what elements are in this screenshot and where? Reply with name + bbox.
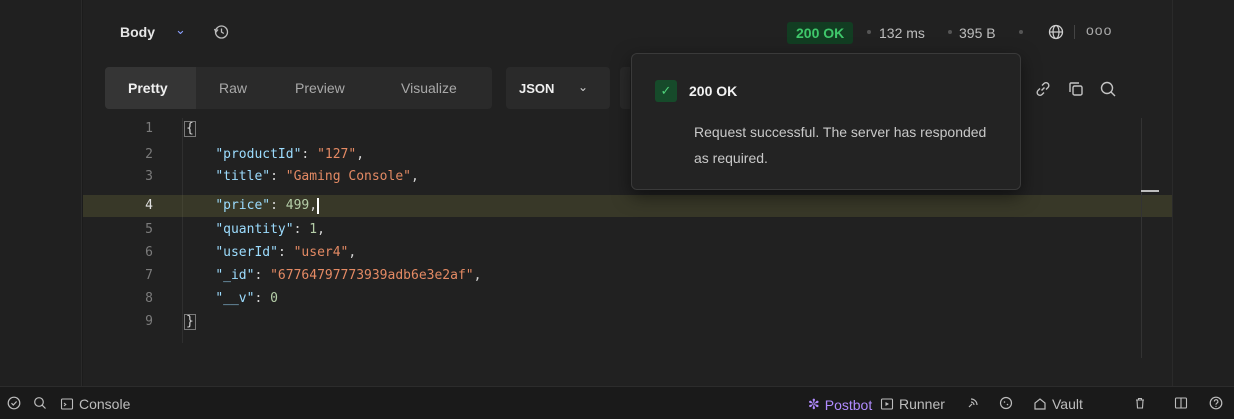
json-key: "price" (215, 198, 271, 213)
json-key: "productId" (215, 147, 302, 162)
response-time[interactable]: 132 ms (879, 25, 925, 41)
open-brace: { (184, 121, 196, 137)
line-number: 5 (145, 222, 153, 237)
separator-dot (948, 30, 952, 34)
json-key: "quantity" (215, 222, 294, 237)
json-value: "67764797773939adb6e3e2af" (270, 268, 474, 283)
tooltip-title: 200 OK (689, 83, 738, 99)
trash-icon (1136, 397, 1144, 409)
vault-label: Vault (1052, 396, 1083, 412)
search-icon[interactable] (1099, 80, 1117, 98)
line-number: 2 (145, 147, 153, 162)
code-line: 6 "userId": "user4", (83, 242, 1172, 264)
line-number: 1 (145, 121, 153, 136)
line-number: 3 (145, 169, 153, 184)
code-line: 9 } (83, 311, 1172, 333)
proxy-button[interactable] (966, 396, 980, 410)
trash-button[interactable] (1133, 396, 1147, 410)
format-select[interactable]: JSON ⌄ (506, 67, 610, 109)
tab-preview[interactable]: Preview (295, 80, 345, 96)
help-button[interactable] (1209, 396, 1223, 410)
history-icon[interactable] (213, 24, 229, 40)
format-selected-value: JSON (519, 81, 555, 96)
search-icon (34, 397, 46, 409)
runner-button[interactable]: Runner (880, 396, 945, 412)
json-value: 1 (309, 222, 318, 237)
code-line-active: 4 "price": 499, (83, 195, 1172, 217)
link-icon[interactable] (1034, 80, 1052, 98)
runner-label: Runner (899, 396, 945, 412)
json-key: "_id" (215, 268, 255, 283)
vault-icon (1034, 398, 1046, 410)
status-bar: Console ✼ Postbot Runner Vault (0, 386, 1234, 419)
code-line: 8 "__v": 0 (83, 288, 1172, 310)
tab-pretty[interactable]: Pretty (128, 80, 168, 96)
chevron-down-icon: ⌄ (578, 80, 589, 94)
editor-scrollbar[interactable] (1141, 118, 1142, 358)
copy-icon[interactable] (1067, 80, 1085, 98)
console-button[interactable]: Console (60, 396, 130, 412)
circle-check-icon (7, 396, 21, 410)
response-size[interactable]: 395 B (959, 25, 996, 41)
satellite-icon (968, 398, 978, 408)
json-value: "Gaming Console" (285, 169, 411, 184)
find-button[interactable] (33, 396, 47, 410)
line-number: 4 (145, 198, 153, 213)
terminal-icon (60, 398, 74, 410)
json-key: "title" (215, 169, 271, 184)
postbot-label: Postbot (824, 396, 873, 413)
right-rail (1172, 0, 1234, 386)
json-value: 499 (285, 198, 310, 213)
scrollbar-position-marker (1141, 190, 1159, 192)
postbot-button[interactable]: ✼ Postbot (808, 396, 872, 413)
globe-icon[interactable] (1048, 24, 1064, 40)
layout-button[interactable] (1174, 396, 1188, 410)
cookie-icon (999, 396, 1013, 410)
close-brace: } (184, 314, 196, 330)
json-key: "userId" (215, 245, 278, 260)
divider (1074, 25, 1075, 39)
more-options-icon[interactable]: ooo (1086, 22, 1112, 38)
left-rail (0, 0, 82, 386)
console-label: Console (79, 396, 131, 412)
status-badge[interactable]: 200 OK (787, 22, 854, 44)
chevron-down-icon[interactable]: ⌄ (175, 22, 186, 38)
status-check-button[interactable] (7, 396, 21, 410)
filter-field[interactable] (620, 67, 630, 109)
runner-icon (880, 398, 894, 410)
line-number: 8 (145, 291, 153, 306)
line-number: 9 (145, 314, 153, 329)
tab-visualize[interactable]: Visualize (401, 80, 457, 96)
view-tabs: Pretty Raw Preview Visualize (105, 67, 492, 109)
json-value: "127" (317, 147, 357, 162)
json-value: 0 (270, 291, 278, 306)
two-pane-layout-icon (1174, 397, 1188, 409)
code-line: 5 "quantity": 1, (83, 219, 1172, 241)
line-number: 7 (145, 268, 153, 283)
json-key: "__v" (215, 291, 255, 306)
checkmark-icon: ✓ (655, 80, 677, 102)
line-number: 6 (145, 245, 153, 260)
status-tooltip: ✓ 200 OK Request successful. The server … (631, 53, 1021, 190)
help-icon (1209, 396, 1223, 410)
tab-raw[interactable]: Raw (219, 80, 247, 96)
code-line: 7 "_id": "67764797773939adb6e3e2af", (83, 265, 1172, 287)
cookies-button[interactable] (999, 396, 1013, 410)
body-dropdown-label[interactable]: Body (120, 24, 155, 40)
postbot-icon: ✼ (808, 396, 820, 412)
tooltip-description: Request successful. The server has respo… (694, 124, 987, 166)
separator-dot (1019, 30, 1023, 34)
separator-dot (867, 30, 871, 34)
text-cursor (317, 197, 320, 214)
json-value: "user4" (293, 245, 349, 260)
vault-button[interactable]: Vault (1033, 396, 1083, 412)
